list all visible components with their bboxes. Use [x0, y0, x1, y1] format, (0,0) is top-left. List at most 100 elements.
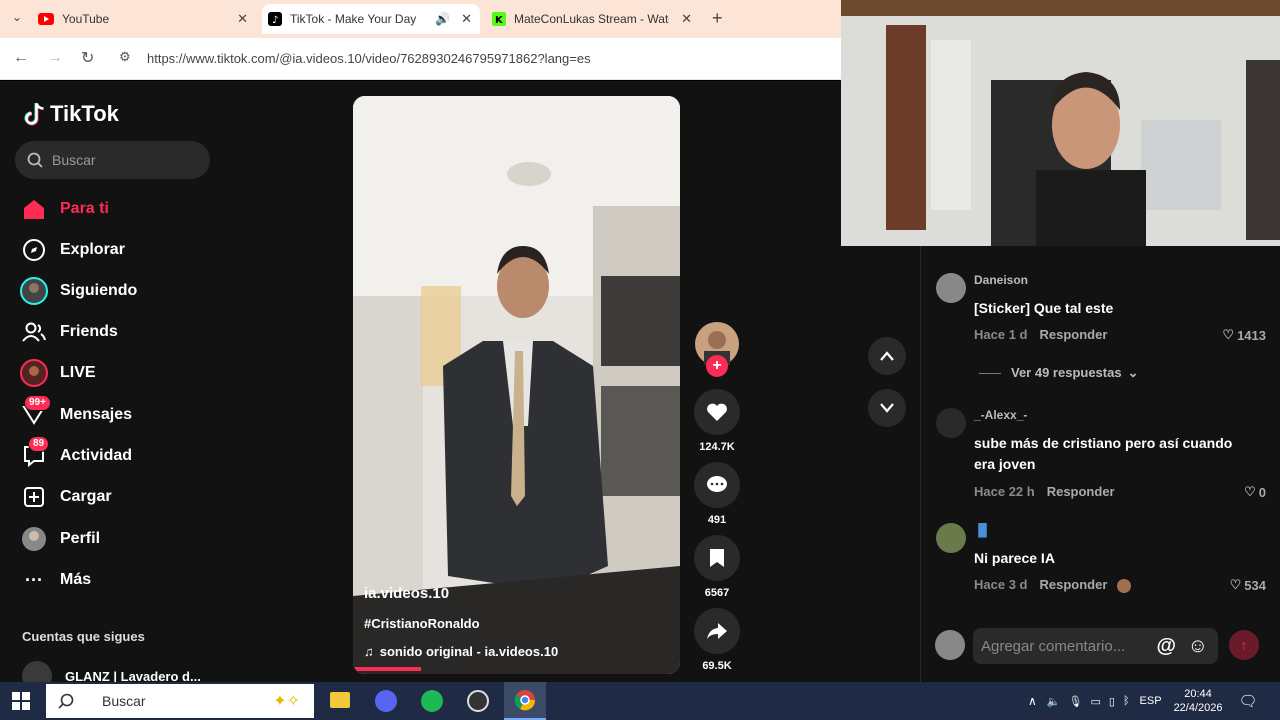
back-icon[interactable]: ←	[13, 49, 29, 67]
sidebar-item-label: LIVE	[60, 364, 96, 381]
compass-icon	[20, 236, 48, 264]
sidebar-item-cargar[interactable]: Cargar	[20, 483, 112, 511]
sidebar-item-live[interactable]: LIVE	[20, 359, 96, 387]
sidebar-item-label: Cargar	[60, 488, 112, 505]
notifications-icon[interactable]: 🗨	[1239, 692, 1258, 710]
avatar[interactable]	[936, 408, 966, 438]
mention-icon[interactable]: @	[1156, 635, 1176, 658]
comment-button[interactable]: 491	[694, 462, 740, 526]
chrome-icon[interactable]	[504, 682, 546, 720]
save-button[interactable]: 6567	[694, 535, 740, 599]
comment-username[interactable]: _-Alexx_-	[974, 408, 1027, 422]
comment-username[interactable]: ▐▌	[974, 523, 991, 537]
activity-icon: 89	[20, 436, 50, 470]
comment-text: [Sticker] Que tal este	[974, 300, 1114, 316]
comment-like-button[interactable]: ♡ 534	[1230, 577, 1266, 593]
spotify-icon[interactable]	[421, 690, 443, 712]
tab-tiktok[interactable]: ♪ TikTok - Make Your Day 🔊 ✕	[262, 4, 480, 34]
avatar	[935, 630, 965, 660]
author-avatar-button[interactable]: +	[694, 321, 740, 377]
sidebar-item-label: Siguiendo	[60, 282, 138, 299]
reply-button[interactable]: Responder	[1039, 577, 1107, 592]
windows-start-icon[interactable]	[12, 692, 30, 715]
reply-button[interactable]: Responder	[1039, 327, 1107, 342]
comment-like-button[interactable]: ♡ 1413	[1222, 327, 1266, 343]
video-author[interactable]: ia.videos.10	[364, 585, 449, 602]
previous-video-button[interactable]	[868, 337, 906, 375]
site-info-icon[interactable]: ⚙	[119, 49, 131, 65]
follow-plus-icon[interactable]: +	[706, 355, 728, 377]
kick-icon: K	[492, 12, 506, 26]
discord-icon[interactable]	[375, 690, 397, 712]
sidebar-item-siguiendo[interactable]: Siguiendo	[20, 277, 137, 305]
tab-search-chevron-icon[interactable]: ⌄	[12, 10, 22, 24]
file-explorer-icon[interactable]	[330, 692, 350, 708]
emoji-icon[interactable]: ☺	[1188, 635, 1208, 658]
sidebar-item-label: Friends	[60, 323, 118, 340]
sidebar-item-perfil[interactable]: Perfil	[20, 525, 100, 553]
svg-text:♪: ♪	[272, 15, 278, 26]
network-icon[interactable]: ▭	[1090, 695, 1100, 708]
sidebar-item-explorar[interactable]: Explorar	[20, 236, 125, 264]
new-tab-button[interactable]: +	[712, 8, 723, 29]
close-tab-icon[interactable]: ✕	[461, 11, 472, 27]
close-tab-icon[interactable]: ✕	[237, 11, 248, 27]
sidebar-item-friends[interactable]: Friends	[20, 318, 118, 346]
webcam-overlay	[841, 0, 1280, 246]
tab-youtube[interactable]: YouTube ✕	[38, 4, 256, 34]
video-sound[interactable]: ♫ sonido original - ia.videos.10	[364, 644, 558, 659]
messages-badge: 99+	[24, 395, 51, 411]
next-video-button[interactable]	[868, 389, 906, 427]
chevron-up-icon[interactable]: ∧	[1028, 694, 1037, 708]
activity-badge: 89	[28, 436, 50, 452]
chevron-down-icon	[880, 403, 894, 413]
device-icon[interactable]: ▯	[1109, 695, 1115, 708]
view-replies-label: Ver 49 respuestas	[1011, 365, 1122, 380]
microphone-icon[interactable]: 🎙	[1069, 695, 1083, 708]
sidebar-item-para-ti[interactable]: Para ti	[20, 195, 109, 223]
clock[interactable]: 20:44 22/4/2026	[1174, 687, 1223, 715]
taskbar-search[interactable]: Buscar ✦✧	[46, 684, 314, 718]
video-hashtag[interactable]: #CristianoRonaldo	[364, 616, 480, 631]
logo-text: TikTok	[50, 101, 119, 126]
comment-time: Hace 1 d	[974, 327, 1028, 342]
profile-icon	[20, 525, 48, 553]
post-comment-button[interactable]: ↑	[1229, 630, 1259, 660]
url-field[interactable]: https://www.tiktok.com/@ia.videos.10/vid…	[147, 51, 591, 66]
obs-icon[interactable]	[467, 690, 489, 712]
sidebar-item-label: Perfil	[60, 530, 101, 547]
sidebar: TikTok Buscar Para ti Explorar Siguiendo…	[0, 81, 230, 691]
reload-icon[interactable]: ↻	[81, 48, 94, 68]
share-button[interactable]: 69.5K	[694, 608, 740, 672]
video-player[interactable]: ia.videos.10 #CristianoRonaldo ♫ sonido o…	[353, 96, 680, 674]
avatar[interactable]	[936, 273, 966, 303]
creator-liked-icon	[1117, 578, 1132, 593]
address-bar: ← → ↻ ⚙ https://www.tiktok.com/@ia.video…	[0, 38, 841, 80]
comment-like-button[interactable]: ♡ 0	[1244, 484, 1266, 500]
sidebar-item-mas[interactable]: ··· Más	[20, 566, 91, 594]
tiktok-icon: ♪	[268, 12, 282, 26]
tiktok-logo[interactable]: TikTok	[22, 101, 119, 127]
bluetooth-icon[interactable]: ᛒ	[1123, 695, 1130, 707]
tab-kick[interactable]: K MateConLukas Stream - Watch ✕	[488, 4, 700, 34]
reply-button[interactable]: Responder	[1047, 484, 1115, 499]
forward-icon[interactable]: →	[47, 49, 63, 67]
sidebar-item-actividad[interactable]: 89 Actividad	[20, 436, 132, 470]
search-input[interactable]: Buscar	[15, 141, 210, 179]
tab-title: TikTok - Make Your Day	[290, 12, 417, 26]
volume-icon[interactable]: 🔈	[1047, 695, 1061, 708]
heart-outline-icon: ♡	[1229, 577, 1242, 592]
sparkle-icon: ✦✧	[273, 693, 300, 710]
comment-username[interactable]: Daneison	[974, 273, 1028, 287]
comment-composer: Agregar comentario... @ ☺ ↑	[935, 626, 1265, 666]
bookmark-icon	[694, 535, 740, 581]
language-indicator[interactable]: ESP	[1140, 695, 1162, 707]
close-tab-icon[interactable]: ✕	[681, 11, 692, 27]
like-button[interactable]: 124.7K	[694, 389, 740, 453]
messages-icon: 99+	[20, 395, 51, 429]
speaker-icon[interactable]: 🔊	[435, 12, 450, 26]
sidebar-item-mensajes[interactable]: 99+ Mensajes	[20, 395, 132, 429]
comment-input[interactable]: Agregar comentario... @ ☺	[973, 628, 1218, 664]
view-replies-button[interactable]: Ver 49 respuestas ⌄	[979, 365, 1138, 381]
avatar[interactable]	[936, 523, 966, 553]
